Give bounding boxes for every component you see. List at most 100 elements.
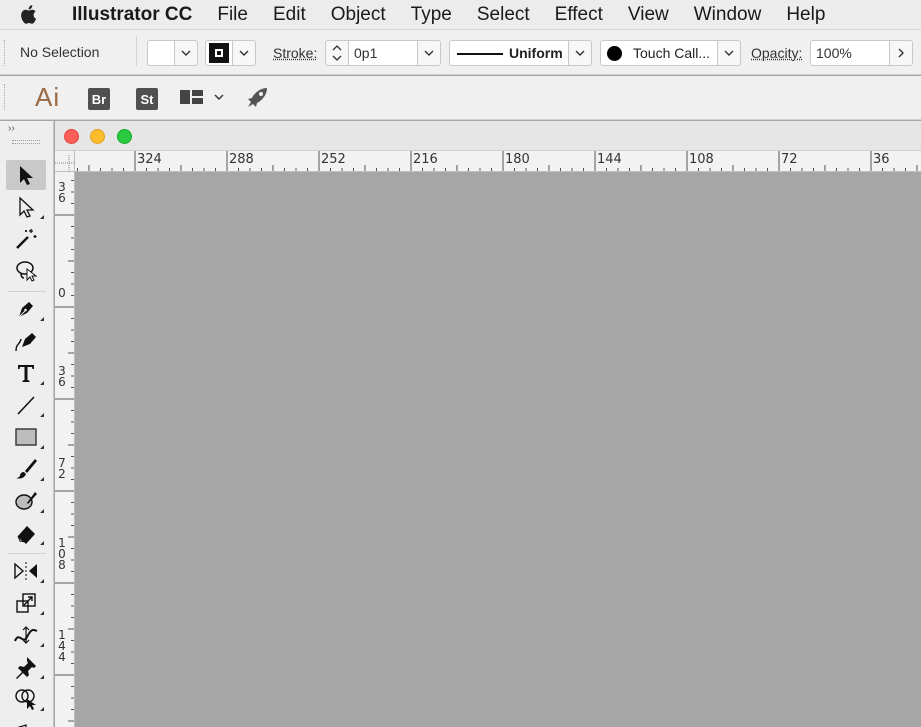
stroke-weight-stepper[interactable]: [325, 40, 349, 66]
reflect-tool[interactable]: [6, 556, 46, 586]
close-button[interactable]: [64, 129, 79, 144]
hruler-label: 72: [781, 152, 798, 167]
pen-nib-icon: [18, 302, 33, 318]
opacity-label[interactable]: Opacity:: [751, 45, 802, 61]
stroke-weight-field[interactable]: 0p1: [348, 40, 418, 66]
hruler-label: 36: [873, 152, 890, 167]
chevron-down-icon: [575, 50, 585, 56]
brush-select[interactable]: Touch Call...: [600, 40, 718, 66]
menu-effect[interactable]: Effect: [555, 4, 603, 26]
pasteboard-canvas[interactable]: [75, 172, 921, 727]
app-name-menu[interactable]: Illustrator CC: [72, 4, 192, 26]
document-window: 324 288 252 216 180 144 108 72 36 36 0 3…: [55, 121, 921, 727]
stroke-label[interactable]: Stroke:: [273, 45, 317, 61]
menu-window[interactable]: Window: [694, 4, 762, 26]
opacity-value: 100%: [816, 45, 852, 61]
profile-line-preview: [457, 53, 503, 55]
fill-dropdown[interactable]: [174, 40, 198, 66]
magic-wand-tool[interactable]: [6, 224, 46, 254]
panel-grip[interactable]: [12, 140, 40, 144]
document-titlebar: [55, 121, 921, 151]
stock-button[interactable]: St: [136, 88, 158, 110]
expand-panel-icon[interactable]: ››: [8, 123, 15, 134]
control-bar-grip[interactable]: [4, 40, 7, 66]
menu-edit[interactable]: Edit: [273, 4, 306, 26]
direct-selection-arrow-icon: [19, 196, 35, 218]
rocket-icon: [248, 88, 267, 107]
illustrator-logo: Ai: [35, 82, 61, 112]
scale-tool[interactable]: [6, 588, 46, 618]
hruler-label: 288: [229, 152, 254, 167]
menu-view[interactable]: View: [628, 4, 669, 26]
stroke-weight-dropdown[interactable]: [417, 40, 441, 66]
hruler-label: 108: [689, 152, 714, 167]
rectangle-icon: [15, 428, 37, 446]
vruler-label: 36: [58, 180, 66, 205]
perspective-grid-tool[interactable]: [6, 716, 46, 727]
selection-tool[interactable]: [6, 160, 46, 190]
application-bar: Ai Br St: [0, 76, 921, 120]
apple-icon[interactable]: [0, 0, 56, 30]
illustrator-app: Illustrator CC File Edit Object Type Sel…: [0, 0, 921, 727]
shape-builder-tool[interactable]: [6, 684, 46, 714]
width-profile-label: Uniform: [509, 45, 563, 61]
scale-icon: [16, 593, 36, 613]
shape-builder-icon: [15, 689, 36, 710]
menu-type[interactable]: Type: [411, 4, 452, 26]
ruler-origin[interactable]: [55, 151, 75, 172]
line-segment-icon: [17, 396, 35, 415]
direct-selection-tool[interactable]: [6, 192, 46, 222]
stroke-weight-value: 0p1: [354, 45, 378, 61]
lasso-tool[interactable]: [6, 256, 46, 286]
menu-select[interactable]: Select: [477, 4, 530, 26]
rectangle-tool[interactable]: [6, 422, 46, 452]
width-profile-dropdown[interactable]: [568, 40, 592, 66]
eraser-tool[interactable]: [6, 518, 46, 548]
type-tool[interactable]: [6, 358, 46, 388]
menu-object[interactable]: Object: [331, 4, 386, 26]
arrange-documents-button[interactable]: [180, 90, 224, 104]
app-bar-grip[interactable]: [4, 84, 7, 110]
selection-status: No Selection: [20, 44, 100, 60]
vruler-label: 36: [58, 364, 66, 389]
vruler-label: 108: [58, 536, 66, 572]
pen-tool[interactable]: [6, 294, 46, 324]
chevron-down-icon: [214, 94, 224, 100]
opacity-field[interactable]: 100%: [810, 40, 890, 66]
vertical-ruler[interactable]: 36 0 36 72 108 144: [55, 172, 75, 727]
bridge-button[interactable]: Br: [88, 88, 110, 110]
chevron-down-icon: [181, 50, 191, 56]
hruler-label: 144: [597, 152, 622, 167]
stroke-swatch[interactable]: [205, 40, 233, 66]
zoom-button[interactable]: [117, 129, 132, 144]
shaper-icon: [15, 492, 37, 510]
paintbrush-icon: [16, 459, 37, 479]
divider: [136, 36, 137, 66]
shaper-tool[interactable]: [6, 486, 46, 516]
brush-name: Touch Call...: [633, 45, 711, 61]
minimize-button[interactable]: [90, 129, 105, 144]
fill-swatch[interactable]: [147, 40, 175, 66]
stroke-color-dropdown[interactable]: [232, 40, 256, 66]
puppet-warp-tool[interactable]: [6, 652, 46, 682]
lasso-icon: [16, 261, 38, 282]
opacity-expand-button[interactable]: [889, 40, 913, 66]
chevron-down-icon: [424, 50, 434, 56]
type-t-icon: [18, 365, 34, 382]
eraser-icon: [17, 526, 35, 544]
paintbrush-tool[interactable]: [6, 454, 46, 484]
vruler-label: 72: [58, 456, 66, 481]
width-tool[interactable]: [6, 620, 46, 650]
brush-dropdown[interactable]: [717, 40, 741, 66]
horizontal-ruler[interactable]: 324 288 252 216 180 144 108 72 36: [75, 151, 921, 172]
reflect-icon: [14, 562, 37, 580]
curvature-tool[interactable]: [6, 326, 46, 356]
control-bar: No Selection Stroke: 0p1 Uniform Touch C…: [0, 30, 921, 75]
menu-help[interactable]: Help: [786, 4, 825, 26]
menu-file[interactable]: File: [217, 4, 248, 26]
pushpin-icon: [16, 657, 36, 679]
line-segment-tool[interactable]: [6, 390, 46, 420]
gpu-performance-button[interactable]: [245, 86, 269, 115]
width-profile-select[interactable]: Uniform: [449, 40, 569, 66]
ruler-origin-icon: [55, 155, 75, 172]
